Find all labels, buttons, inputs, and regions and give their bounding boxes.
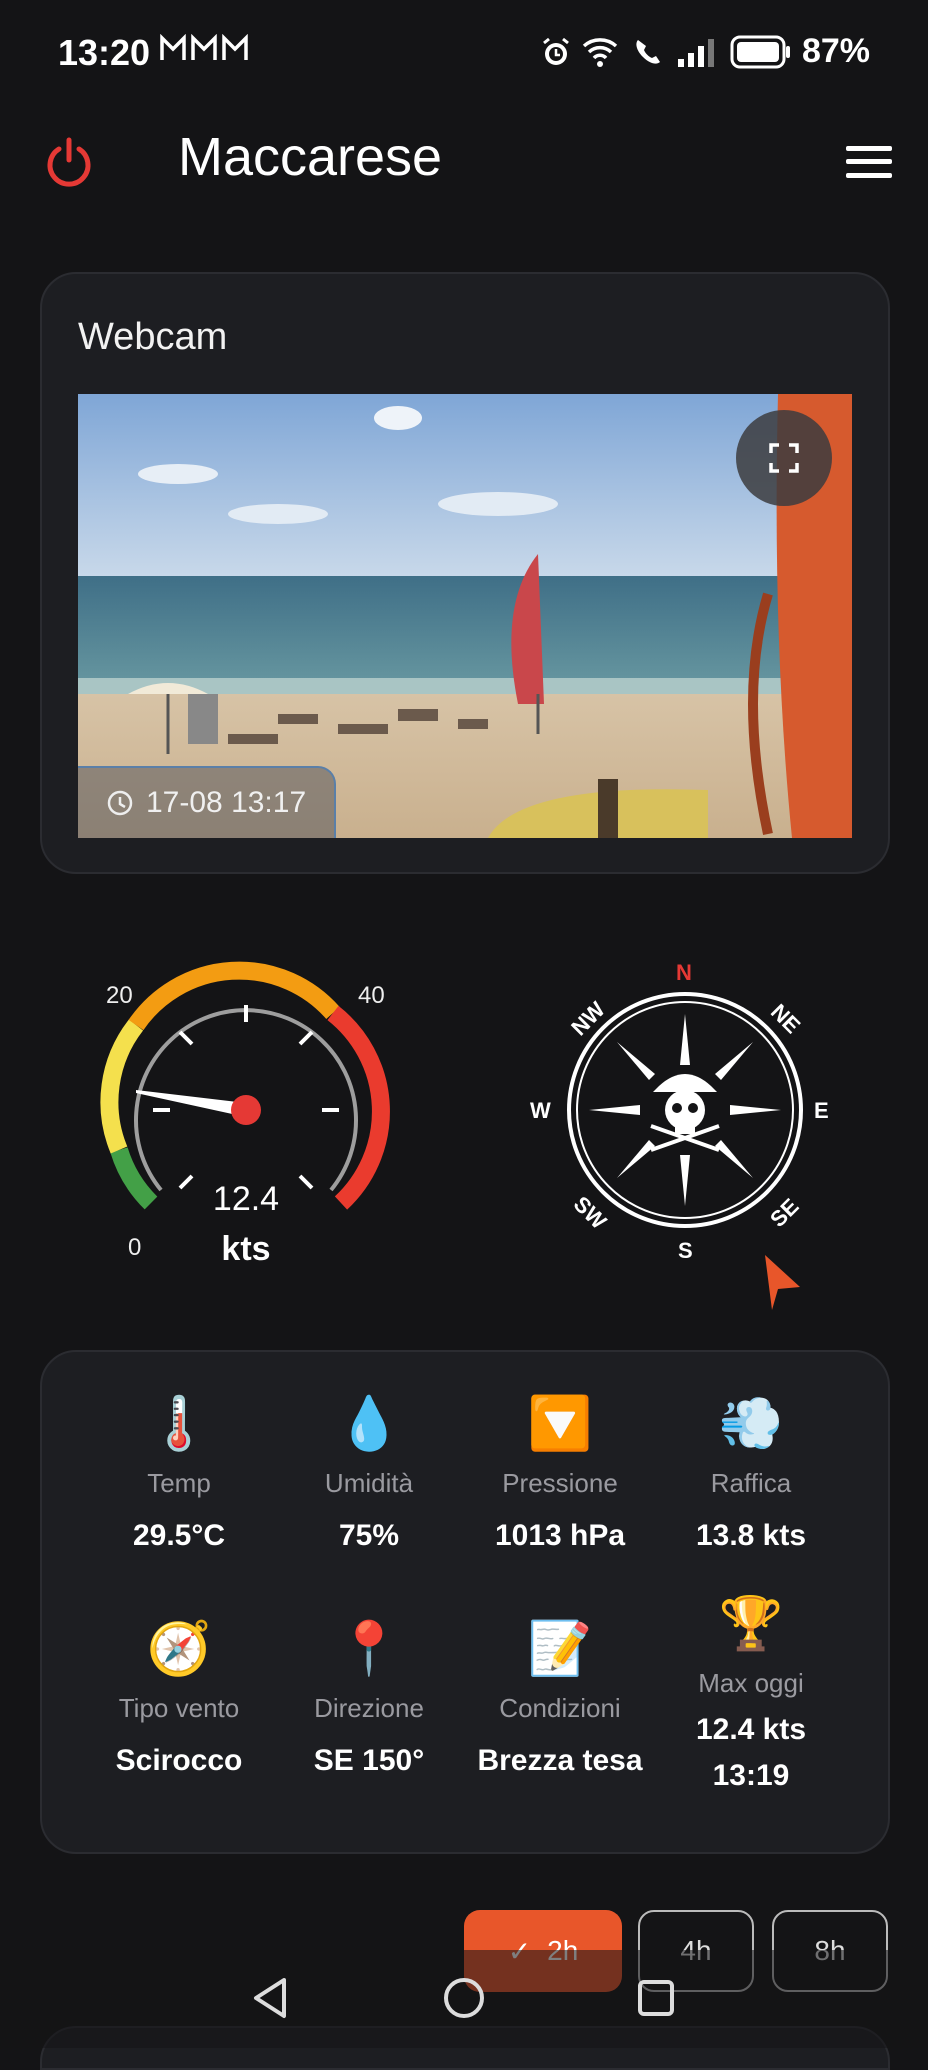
webcam-image[interactable]: 17-08 13:17 xyxy=(78,394,852,838)
stat-max-today: 🏆 Max oggi 12.4 kts 13:19 xyxy=(656,1592,846,1799)
status-time: 13:20 xyxy=(58,32,151,73)
notification-icons xyxy=(160,34,250,64)
wind-speed-unit: kts xyxy=(221,1230,271,1268)
status-right: 87% xyxy=(540,32,870,71)
wind-icon: 💨 xyxy=(718,1395,784,1453)
pirate-skull-icon xyxy=(650,1074,720,1152)
webcam-timestamp: 17-08 13:17 xyxy=(146,786,307,819)
power-icon xyxy=(47,137,91,187)
recents-icon[interactable] xyxy=(636,1978,676,2018)
menu-button[interactable] xyxy=(846,144,892,185)
down-arrow-icon: 🔽 xyxy=(527,1395,593,1453)
battery-icon xyxy=(730,35,790,68)
system-nav-bar xyxy=(0,1950,928,2048)
trophy-icon: 🏆 xyxy=(718,1595,784,1653)
compass-e: E xyxy=(814,1098,829,1123)
wind-compass xyxy=(567,992,803,1310)
thermometer-icon: 🌡️ xyxy=(146,1395,212,1453)
wifi-call-icon xyxy=(636,39,660,64)
gauge-label-20: 20 xyxy=(106,982,133,1009)
stat-direction: 📍 Direzione SE 150° xyxy=(274,1617,464,1784)
gauge-label-40: 40 xyxy=(358,982,385,1009)
stat-conditions: 📝 Condizioni Brezza tesa xyxy=(465,1617,655,1784)
weather-stats-card: 🌡️ Temp 29.5°C 💧 Umidità 75% 🔽 Pressione… xyxy=(40,1350,890,1854)
timestamp-badge: 17-08 13:17 xyxy=(78,766,336,838)
memo-icon: 📝 xyxy=(527,1620,593,1678)
wind-speed-value: 12.4 xyxy=(212,1180,280,1218)
stat-humidity: 💧 Umidità 75% xyxy=(274,1392,464,1559)
compass-w: W xyxy=(530,1098,551,1123)
webcam-title: Webcam xyxy=(78,316,228,358)
compass-s: S xyxy=(678,1238,693,1263)
signal-icon xyxy=(677,38,714,67)
compass-icon: 🧭 xyxy=(146,1620,212,1678)
gmail-icon xyxy=(160,34,248,60)
gauge-label-0: 0 xyxy=(128,1234,142,1261)
hamburger-menu-icon xyxy=(846,146,892,178)
back-icon[interactable] xyxy=(250,1976,290,2020)
max-today-time: 13:19 xyxy=(712,1759,790,1792)
page-title: Maccarese xyxy=(178,127,443,187)
battery-level: 87% xyxy=(801,32,870,70)
droplet-icon: 💧 xyxy=(336,1395,402,1453)
alarm-icon xyxy=(543,37,569,65)
wifi-icon xyxy=(582,37,618,67)
fullscreen-icon xyxy=(769,443,799,473)
stat-wind-type: 🧭 Tipo vento Scirocco xyxy=(84,1617,274,1784)
power-button[interactable] xyxy=(44,136,94,193)
compass-n: N xyxy=(676,960,692,985)
stat-pressure: 🔽 Pressione 1013 hPa xyxy=(465,1392,655,1559)
webcam-card: Webcam 17-08 13:17 xyxy=(40,272,890,874)
stat-temp: 🌡️ Temp 29.5°C xyxy=(84,1392,274,1559)
fullscreen-button[interactable] xyxy=(736,410,832,506)
pin-icon: 📍 xyxy=(336,1620,402,1678)
clock-icon xyxy=(107,790,133,816)
wind-direction-arrow xyxy=(765,1255,800,1310)
home-icon[interactable] xyxy=(442,1976,486,2020)
stat-gust: 💨 Raffica 13.8 kts xyxy=(656,1392,846,1559)
